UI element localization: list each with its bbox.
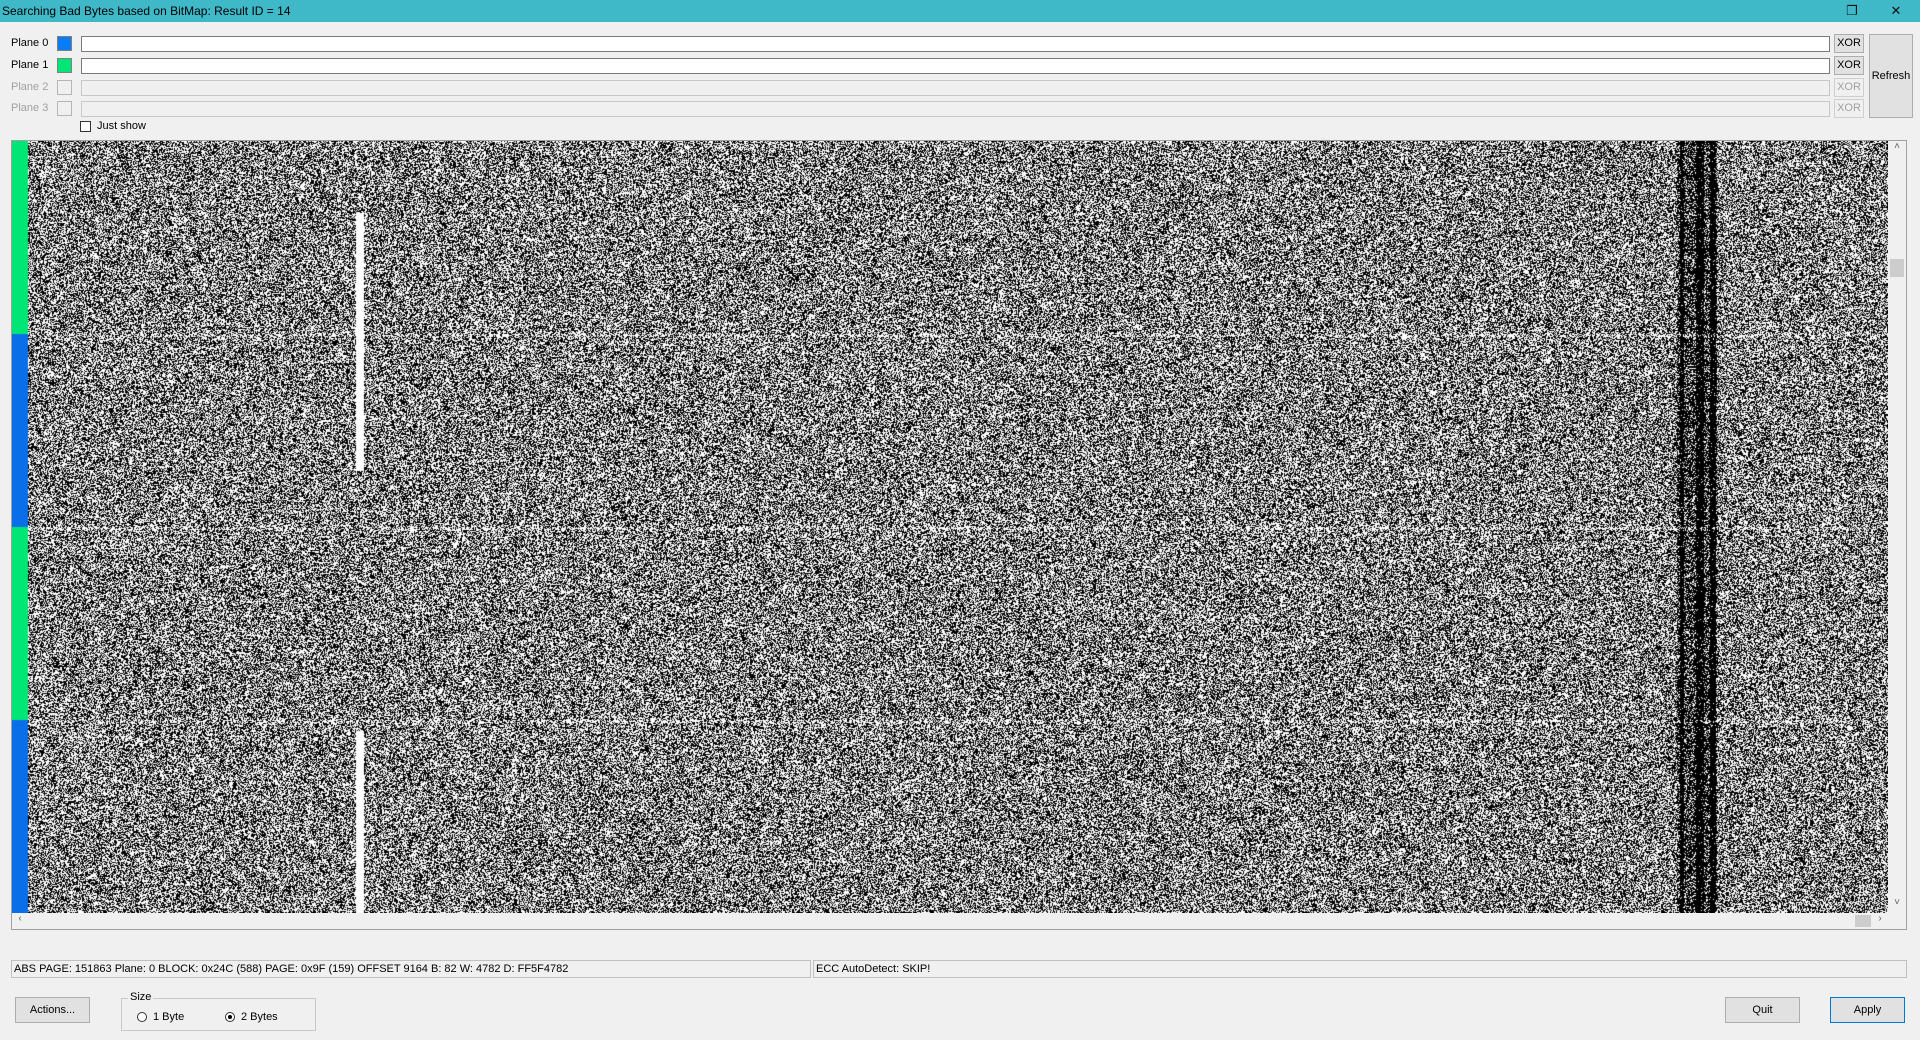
size-1-byte-label: 1 Byte (153, 1011, 185, 1023)
size-2-bytes-label: 2 Bytes (241, 1011, 278, 1023)
title-bar: Searching Bad Bytes based on BitMap: Res… (0, 0, 1920, 22)
bitmap-viewer[interactable]: ˄ ˅ ‹ › (11, 140, 1907, 930)
plane-row-0: Plane 0 XOR (0, 34, 1900, 54)
horizontal-scrollbar[interactable]: ‹ › (12, 913, 1906, 929)
just-show-label: Just show (97, 120, 146, 132)
size-2-bytes-radio[interactable] (225, 1012, 235, 1022)
quit-button[interactable]: Quit (1725, 997, 1800, 1023)
scroll-down-icon[interactable]: ˅ (1889, 897, 1905, 908)
actions-button[interactable]: Actions... (15, 997, 90, 1023)
plane-row-2: Plane 2 XOR (0, 78, 1900, 98)
status-page-info: ABS PAGE: 151863 Plane: 0 BLOCK: 0x24C (… (11, 960, 811, 978)
horizontal-scroll-thumb[interactable] (1855, 915, 1871, 927)
plane-color-swatch (57, 101, 72, 116)
plane-label: Plane 0 (11, 37, 49, 49)
size-1-byte-radio[interactable] (137, 1012, 147, 1022)
xor-button: XOR (1834, 99, 1864, 118)
scroll-left-icon[interactable]: ‹ (12, 913, 28, 924)
bitmap-canvas[interactable] (12, 141, 1888, 913)
xor-button[interactable]: XOR (1834, 34, 1864, 53)
window-title: Searching Bad Bytes based on BitMap: Res… (2, 4, 291, 18)
status-ecc: ECC AutoDetect: SKIP! (813, 960, 1907, 978)
scroll-up-icon[interactable]: ˄ (1889, 141, 1905, 152)
size-group: Size 1 Byte 2 Bytes (121, 991, 316, 1031)
plane-label: Plane 1 (11, 59, 49, 71)
plane-progress-bar (81, 101, 1830, 117)
scroll-right-icon[interactable]: › (1872, 913, 1888, 924)
plane-color-swatch[interactable] (57, 58, 72, 73)
plane-row-1: Plane 1 XOR (0, 56, 1900, 76)
plane-color-swatch (57, 80, 72, 95)
xor-button[interactable]: XOR (1834, 56, 1864, 75)
apply-button[interactable]: Apply (1830, 997, 1905, 1023)
close-icon[interactable]: ✕ (1874, 0, 1918, 22)
restore-icon[interactable]: ❐ (1830, 0, 1874, 22)
plane-progress-bar (81, 80, 1830, 96)
refresh-button[interactable]: Refresh (1869, 34, 1913, 118)
plane-color-swatch[interactable] (57, 36, 72, 51)
xor-button: XOR (1834, 78, 1864, 97)
plane-row-3: Plane 3 XOR (0, 99, 1900, 119)
vertical-scroll-thumb[interactable] (1890, 259, 1904, 277)
plane-label: Plane 3 (11, 102, 49, 114)
just-show-checkbox[interactable] (80, 121, 91, 132)
plane-label: Plane 2 (11, 81, 49, 93)
vertical-scrollbar[interactable]: ˄ ˅ (1888, 141, 1906, 913)
size-group-legend: Size (128, 991, 154, 1003)
plane-progress-bar (81, 36, 1830, 52)
plane-progress-bar (81, 58, 1830, 74)
